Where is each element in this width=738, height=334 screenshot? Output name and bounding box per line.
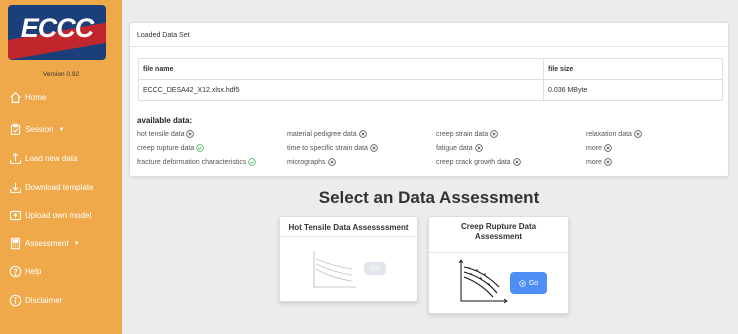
available-data-item: hot tensile data bbox=[137, 130, 195, 138]
go-button-label: Go bbox=[528, 279, 539, 287]
sidebar-item-label: Home bbox=[25, 93, 47, 102]
available-data-item: creep rupture data bbox=[137, 144, 204, 152]
chevron-down-icon: ▼ bbox=[73, 240, 80, 247]
available-data-label: micrographs bbox=[287, 158, 326, 166]
table-row: ECCC_DESA42_X12.xlsx.hdf5 0.036 MByte bbox=[138, 79, 723, 101]
file-name-cell: ECCC_DESA42_X12.xlsx.hdf5 bbox=[138, 79, 544, 101]
home-icon bbox=[9, 91, 22, 104]
clipboard-icon bbox=[9, 123, 22, 136]
sidebar-item-label: Upload own model bbox=[25, 211, 92, 220]
sidebar-item-load-new-data[interactable]: Load new data bbox=[9, 152, 78, 165]
sidebar-item-assessment[interactable]: Assessment ▼ bbox=[9, 237, 80, 250]
x-circle-icon bbox=[604, 144, 612, 152]
available-data-item: relaxation data bbox=[586, 130, 642, 138]
available-data-item[interactable]: more bbox=[586, 158, 612, 166]
x-circle-icon bbox=[512, 158, 521, 166]
creep-rupture-go-button[interactable]: Go bbox=[510, 272, 547, 294]
panel-title: Loaded Data Set bbox=[130, 23, 728, 47]
tensile-chart-thumbnail-icon bbox=[313, 251, 356, 288]
available-data-label: material pedigree data bbox=[287, 130, 357, 138]
arrow-circle-right-icon bbox=[519, 279, 526, 287]
assessment-heading: Select an Data Assessment bbox=[318, 188, 540, 207]
sidebar-item-disclaimer[interactable]: Disclaimer bbox=[9, 294, 62, 307]
available-data-label: fatigue data bbox=[436, 144, 473, 152]
sidebar-item-session[interactable]: Session ▼ bbox=[9, 123, 64, 136]
calculator-icon bbox=[9, 237, 22, 250]
available-data-item[interactable]: more bbox=[586, 144, 612, 152]
info-circle-icon bbox=[9, 294, 22, 307]
x-circle-icon bbox=[490, 130, 498, 138]
sidebar-item-label: Load new data bbox=[25, 154, 78, 163]
x-circle-icon bbox=[604, 158, 612, 166]
loaded-data-panel: Loaded Data Set file name file size ECCC… bbox=[129, 22, 729, 177]
x-circle-icon bbox=[358, 130, 367, 138]
available-data-item: micrographs bbox=[287, 158, 336, 166]
sidebar: ECCC Version 0.92 Home Session ▼ Load ne… bbox=[0, 0, 122, 334]
sidebar-item-label: Help bbox=[25, 267, 42, 276]
eccc-logo: ECCC bbox=[8, 5, 106, 60]
available-data-item: creep strain data bbox=[436, 130, 498, 138]
available-data-label: hot tensile data bbox=[137, 130, 185, 138]
question-circle-icon bbox=[9, 265, 22, 278]
x-circle-icon bbox=[634, 130, 642, 138]
available-data-label: creep strain data bbox=[436, 130, 489, 138]
hot-tensile-card: Hot Tensile Data Assessssment Go bbox=[279, 216, 418, 302]
available-data-label: more bbox=[586, 158, 602, 166]
logo-text: ECCC bbox=[20, 13, 95, 43]
available-data-title: available data: bbox=[137, 116, 193, 125]
sidebar-item-upload-own-model[interactable]: Upload own model bbox=[9, 209, 91, 222]
file-size-cell: 0.036 MByte bbox=[543, 79, 723, 101]
available-data-item: fracture deformation characteristics bbox=[137, 158, 257, 166]
sidebar-item-label: Assessment bbox=[25, 239, 69, 248]
version-label: Version 0.92 bbox=[42, 71, 80, 78]
x-circle-icon bbox=[327, 158, 336, 166]
available-data-item: time to specific strain data bbox=[287, 144, 378, 152]
sidebar-item-label: Session bbox=[25, 125, 54, 134]
x-circle-icon bbox=[186, 130, 195, 138]
x-circle-icon bbox=[370, 144, 378, 152]
available-data-item: material pedigree data bbox=[287, 130, 367, 138]
available-data-label: time to specific strain data bbox=[287, 144, 368, 152]
check-circle-icon bbox=[248, 158, 257, 166]
sidebar-item-label: Disclaimer bbox=[25, 296, 63, 305]
creep-rupture-card: Creep Rupture Data Assessment Go bbox=[428, 216, 569, 314]
available-data-item: fatigue data bbox=[436, 144, 483, 152]
column-header-file-size: file size bbox=[543, 58, 723, 80]
available-data-item: creep crack growth data bbox=[436, 158, 521, 166]
available-data-label: relaxation data bbox=[586, 130, 632, 138]
card-title: Hot Tensile Data Assessssment bbox=[280, 217, 417, 237]
x-circle-icon bbox=[474, 144, 483, 152]
table-header-row: file name file size bbox=[138, 58, 723, 80]
upload-icon bbox=[9, 152, 22, 165]
sidebar-item-help[interactable]: Help bbox=[9, 265, 41, 278]
available-data-label: fracture deformation characteristics bbox=[137, 158, 247, 166]
available-data-label: creep rupture data bbox=[137, 144, 195, 152]
available-data-label: creep crack growth data bbox=[436, 158, 511, 166]
chevron-down-icon: ▼ bbox=[58, 126, 65, 133]
column-header-file-name: file name bbox=[138, 58, 544, 80]
go-button-label: Go bbox=[370, 265, 380, 272]
check-circle-icon bbox=[196, 144, 204, 152]
sidebar-item-home[interactable]: Home bbox=[9, 91, 46, 104]
card-title: Creep Rupture Data Assessment bbox=[429, 217, 568, 253]
file-upload-icon bbox=[9, 209, 22, 222]
hot-tensile-go-button[interactable]: Go bbox=[364, 262, 386, 275]
creep-rupture-chart-thumbnail-icon bbox=[458, 259, 508, 304]
available-data-label: more bbox=[586, 144, 602, 152]
file-table: file name file size ECCC_DESA42_X12.xlsx… bbox=[138, 58, 723, 101]
